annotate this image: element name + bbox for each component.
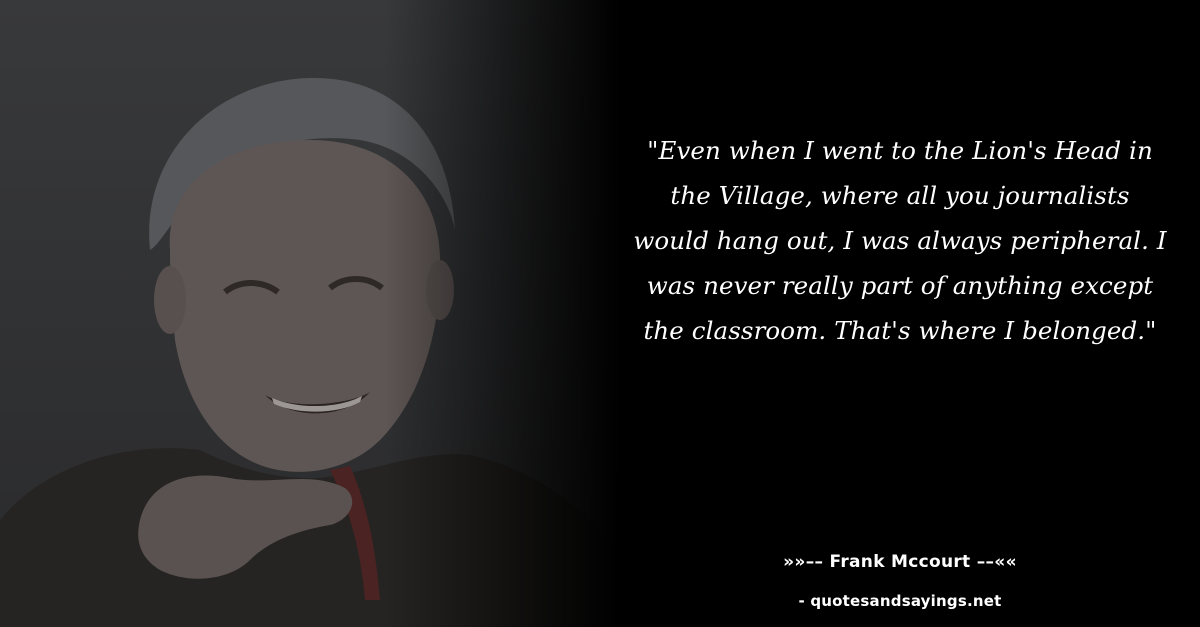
quote-text: "Even when I went to the Lion's Head in … <box>633 136 1167 345</box>
author-name: »»–– Frank Mccourt ––«« <box>783 552 1017 572</box>
quote-card: "Even when I went to the Lion's Head in … <box>0 0 1200 627</box>
photo-fade-overlay <box>0 0 620 627</box>
author-photo <box>0 0 620 627</box>
source-credit: - quotesandsayings.net <box>798 592 1002 610</box>
